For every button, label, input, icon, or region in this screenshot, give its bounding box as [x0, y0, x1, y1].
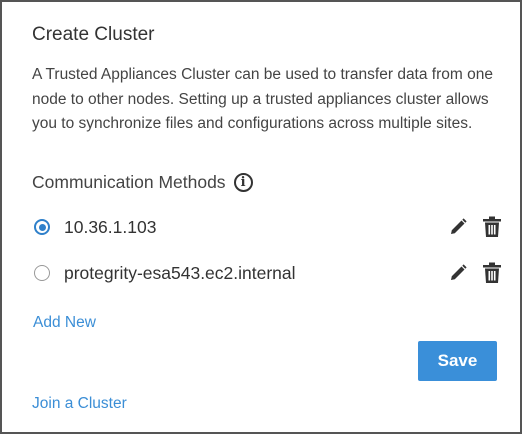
info-icon[interactable]: i [233, 173, 253, 192]
method-label: protegrity-esa543.ec2.internal [64, 262, 296, 283]
method-radio[interactable] [34, 265, 50, 281]
row-actions [446, 215, 504, 239]
save-button[interactable]: Save [418, 341, 497, 381]
add-new-link[interactable]: Add New [33, 314, 96, 332]
communication-methods-header: Communication Methods i [32, 172, 253, 193]
trash-icon[interactable] [480, 261, 504, 285]
communication-methods-label: Communication Methods [32, 172, 226, 192]
method-row[interactable]: 10.36.1.103 [34, 213, 504, 241]
join-cluster-link[interactable]: Join a Cluster [32, 395, 127, 413]
pencil-icon[interactable] [446, 261, 470, 285]
trash-icon[interactable] [480, 215, 504, 239]
panel-title: Create Cluster [32, 24, 155, 45]
panel-description: A Trusted Appliances Cluster can be used… [32, 66, 493, 132]
method-label: 10.36.1.103 [64, 216, 157, 237]
method-row[interactable]: protegrity-esa543.ec2.internal [34, 259, 504, 287]
create-cluster-panel: Create Cluster A Trusted Appliances Clus… [0, 0, 522, 434]
method-radio-selected[interactable] [34, 219, 50, 235]
pencil-icon[interactable] [446, 215, 470, 239]
row-actions [446, 261, 504, 285]
